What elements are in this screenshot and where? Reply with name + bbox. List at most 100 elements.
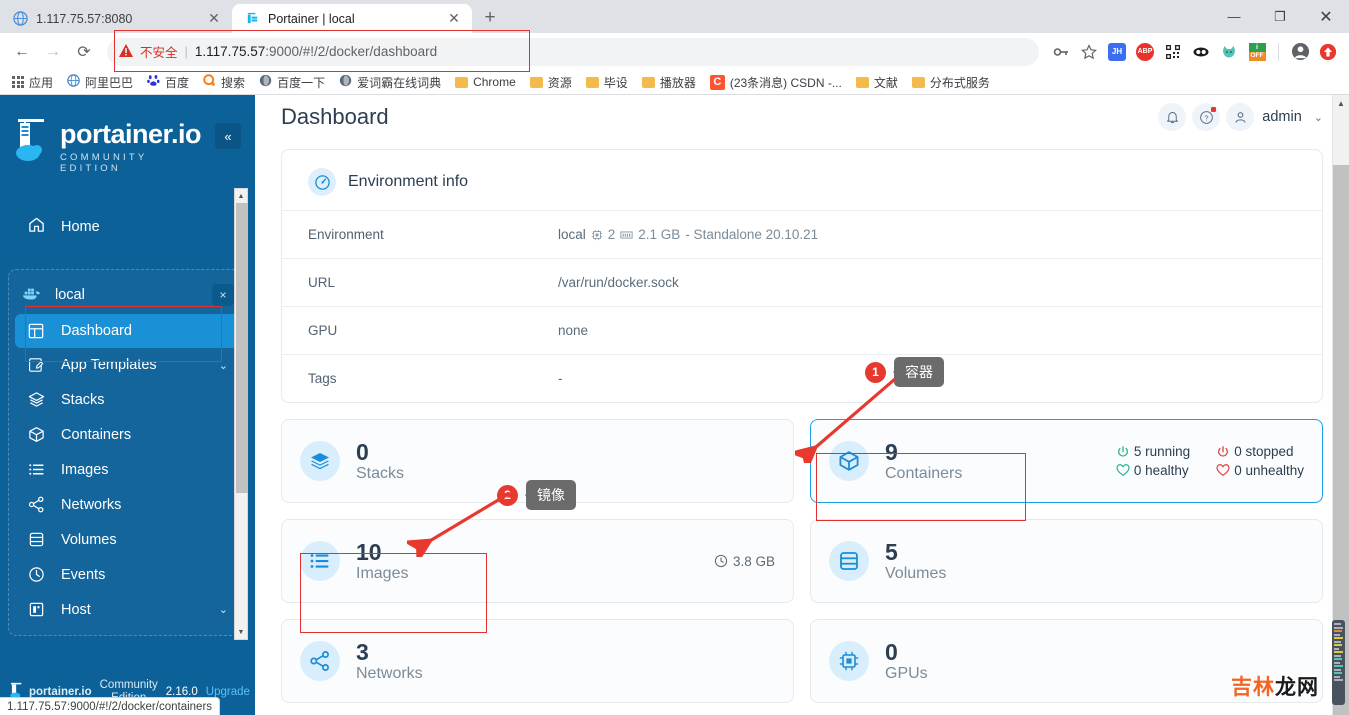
networks-tile[interactable]: 3 Networks [281, 619, 794, 703]
portainer-icon [244, 11, 260, 27]
environment-info-value: /var/run/docker.sock [558, 275, 679, 290]
cat-extension-icon[interactable] [1216, 39, 1242, 65]
address-bar-path: :9000/#!/2/docker/dashboard [265, 44, 438, 59]
bookmark-baidu[interactable]: 百度 [141, 72, 195, 93]
bookmark-alibaba[interactable]: 阿里巴巴 [61, 72, 139, 93]
browser-tab-2[interactable]: Portainer | local ✕ [232, 4, 472, 33]
forward-button[interactable]: → [39, 38, 67, 66]
scroll-down-arrow-icon[interactable]: ▼ [235, 625, 247, 639]
scroll-up-arrow-icon[interactable]: ▲ [1333, 95, 1349, 112]
containers-stat-unhealthy-label: 0 unhealthy [1234, 463, 1304, 478]
images-icon [27, 461, 45, 478]
sidebar-item-app-templates-label: App Templates [61, 357, 157, 373]
abp-extension-icon[interactable]: ABP [1132, 39, 1158, 65]
sidebar-item-home[interactable]: Home [8, 206, 247, 247]
browser-status-bar-text: 1.117.75.57:9000/#!/2/docker/containers [7, 700, 213, 713]
stacks-icon [300, 441, 340, 481]
portainer-logo-icon [14, 117, 52, 163]
key-icon[interactable] [1048, 39, 1074, 65]
page-scrollbar[interactable]: ▲ [1332, 95, 1349, 715]
profile-icon[interactable] [1287, 39, 1313, 65]
sidebar-item-volumes[interactable]: Volumes [15, 522, 240, 557]
qr-extension-icon[interactable] [1160, 39, 1186, 65]
sidebar-item-app-templates[interactable]: App Templates ⌄ [15, 348, 240, 382]
environment-info-row-tags: Tags - [282, 354, 1322, 402]
user-menu-label[interactable]: admin [1262, 109, 1302, 125]
sidebar-scrollbar[interactable]: ▲ ▼ [234, 188, 248, 640]
sidebar-item-stacks[interactable]: Stacks [15, 382, 240, 417]
baidu-icon [147, 74, 160, 90]
off-extension-icon[interactable]: i OFF [1244, 39, 1270, 65]
window-maximize-button[interactable]: ❐ [1257, 1, 1303, 33]
bookmark-apps[interactable]: 应用 [6, 72, 59, 93]
window-close-button[interactable]: ✕ [1303, 1, 1349, 33]
bookmark-iciba[interactable]: 爱词霸在线词典 [333, 72, 447, 93]
sidebar-environment-header[interactable]: local × [9, 276, 246, 314]
bookmark-csdn[interactable]: C (23条消息) CSDN -... [704, 72, 848, 93]
dashboard-tiles-right: 9 Containers 5 running 0 stopped 0 healt… [810, 419, 1323, 703]
sidebar-environment-close-icon[interactable]: × [212, 284, 234, 306]
new-tab-button[interactable]: + [476, 4, 504, 32]
window-minimize-button[interactable]: — [1211, 1, 1257, 33]
containers-count: 9 [885, 438, 898, 465]
containers-label: Containers [885, 465, 963, 483]
watermark: 吉林龙网 [1231, 671, 1319, 701]
chevron-down-icon[interactable]: ⌄ [1314, 111, 1323, 124]
volumes-tile[interactable]: 5 Volumes [810, 519, 1323, 603]
browser-tab-1[interactable]: 1.117.75.57:8080 ✕ [0, 4, 232, 33]
sidebar-collapse-button[interactable]: « [215, 123, 241, 149]
sidebar-item-networks[interactable]: Networks [15, 487, 240, 522]
bookmark-search[interactable]: 搜索 [197, 72, 251, 93]
gpus-count: 0 [885, 638, 898, 665]
sidebar-item-events[interactable]: Events [15, 557, 240, 592]
bookmark-baiduyixia[interactable]: 百度一下 [253, 72, 331, 93]
bookmark-player-folder[interactable]: 播放器 [636, 72, 702, 93]
environment-info-key: Tags [308, 371, 337, 386]
bookmark-player-folder-label: 播放器 [659, 75, 696, 90]
toolbar-divider [1278, 42, 1279, 61]
reload-button[interactable]: ⟳ [70, 38, 98, 66]
globe-icon [12, 11, 28, 27]
sidebar-item-containers[interactable]: Containers [15, 417, 240, 452]
user-icon[interactable] [1226, 103, 1255, 131]
stacks-tile[interactable]: 0 Stacks [281, 419, 794, 503]
dashboard-icon [27, 323, 45, 339]
window-controls: — ❐ ✕ [1211, 0, 1349, 33]
images-tile[interactable]: 10 Images 3.8 GB [281, 519, 794, 603]
star-icon[interactable] [1076, 39, 1102, 65]
scroll-up-arrow-icon[interactable]: ▲ [235, 189, 247, 203]
bookmark-distributed-folder[interactable]: 分布式服务 [906, 72, 996, 93]
omnibox-divider: | [184, 44, 188, 59]
scrollbar-minimap[interactable] [1332, 620, 1345, 705]
bookmark-baidu-label: 百度 [165, 75, 190, 90]
environment-info-value: none [558, 323, 589, 338]
bookmark-bishe-folder[interactable]: 毕设 [580, 72, 634, 93]
sidebar-item-events-label: Events [61, 566, 106, 583]
address-bar[interactable]: 不安全 | 1.117.75.57:9000/#!/2/docker/dashb… [107, 37, 1039, 66]
sidebar-item-dashboard[interactable]: Dashboard [15, 314, 240, 348]
bookmark-ziyuan-folder[interactable]: 资源 [524, 72, 578, 93]
host-icon [27, 601, 45, 618]
sidebar-item-host-label: Host [61, 601, 91, 618]
gpus-tile[interactable]: 0 GPUs 吉林龙网 [810, 619, 1323, 703]
sidebar-scrollbar-thumb[interactable] [236, 203, 248, 493]
sidebar-item-images[interactable]: Images [15, 452, 240, 487]
back-button[interactable]: ← [8, 38, 36, 66]
bell-icon[interactable] [1158, 103, 1187, 131]
search-o-icon [203, 74, 216, 90]
update-icon[interactable] [1315, 39, 1341, 65]
browser-tab-2-close-icon[interactable]: ✕ [446, 10, 462, 27]
sidebar-item-host[interactable]: Host ⌄ [15, 592, 240, 627]
sidebar-upgrade-link[interactable]: Upgrade [206, 686, 250, 698]
stacks-label: Stacks [356, 465, 405, 483]
browser-tab-1-close-icon[interactable]: ✕ [206, 10, 222, 27]
sidebar-logo[interactable]: portainer.io COMMUNITY EDITION « [0, 95, 255, 184]
jh-extension-icon[interactable]: JH [1104, 39, 1130, 65]
bookmark-chrome-folder[interactable]: Chrome [449, 73, 522, 91]
containers-tile[interactable]: 9 Containers 5 running 0 stopped 0 healt… [810, 419, 1323, 503]
images-icon [300, 541, 340, 581]
help-icon[interactable]: ? [1192, 103, 1221, 131]
eyes-extension-icon[interactable] [1188, 39, 1214, 65]
bookmark-apps-label: 应用 [29, 75, 54, 90]
bookmark-wenxian-folder[interactable]: 文献 [850, 72, 904, 93]
